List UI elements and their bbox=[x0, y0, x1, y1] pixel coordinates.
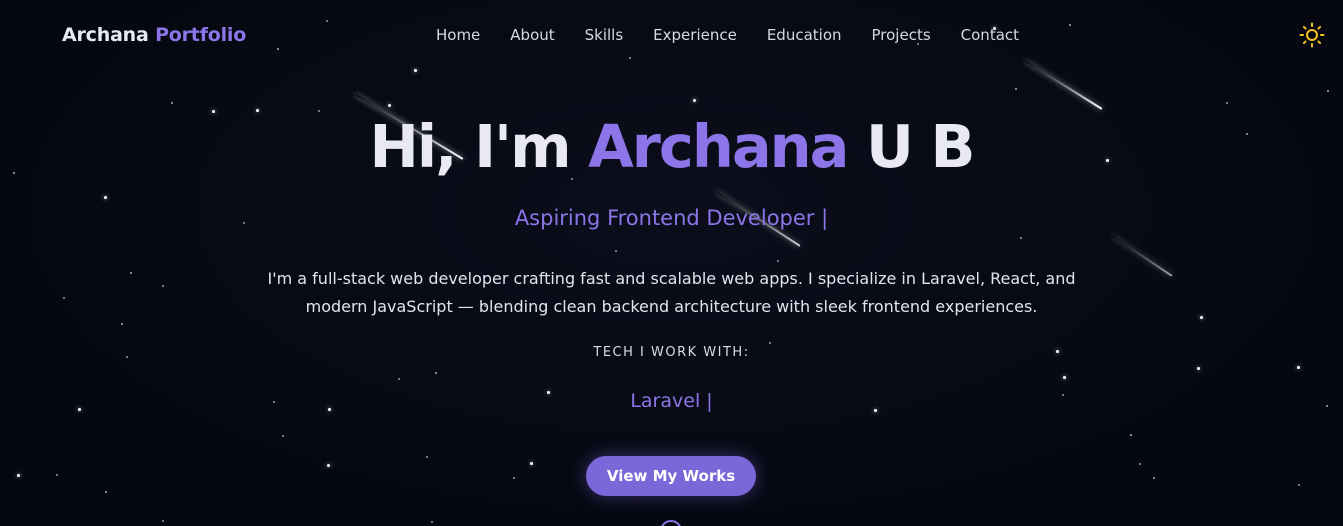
hero-greeting: Hi, I'm bbox=[369, 112, 572, 181]
star bbox=[693, 99, 696, 102]
star bbox=[162, 520, 164, 522]
main-nav: Home About Skills Experience Education P… bbox=[0, 26, 1343, 44]
star bbox=[777, 260, 779, 262]
star bbox=[1020, 237, 1022, 239]
view-works-button[interactable]: View My Works bbox=[586, 456, 756, 496]
hero-intro: I'm a full-stack web developer crafting … bbox=[267, 269, 1076, 316]
star bbox=[1327, 90, 1329, 92]
starfield bbox=[0, 0, 1343, 526]
theme-toggle-button[interactable] bbox=[1299, 22, 1325, 48]
star bbox=[615, 250, 617, 252]
nav-skills[interactable]: Skills bbox=[585, 26, 624, 44]
portfolio-page: Archana Portfolio Home About Skills Expe… bbox=[0, 0, 1343, 526]
nav-home[interactable]: Home bbox=[436, 26, 480, 44]
star bbox=[282, 435, 284, 437]
star bbox=[1015, 88, 1017, 90]
nav-projects[interactable]: Projects bbox=[872, 26, 931, 44]
star bbox=[1063, 376, 1066, 379]
tech-label: TECH I WORK WITH: bbox=[593, 345, 750, 360]
star bbox=[769, 342, 771, 344]
star bbox=[414, 69, 417, 72]
star bbox=[426, 456, 428, 458]
star bbox=[629, 57, 631, 59]
star bbox=[130, 272, 132, 274]
nav-contact[interactable]: Contact bbox=[961, 26, 1019, 44]
hero-name-rest: U B bbox=[866, 112, 975, 181]
star bbox=[171, 102, 173, 104]
tech-typewriter: Laravel | bbox=[630, 390, 713, 412]
hero-title: Hi, I'm Archana U B bbox=[0, 112, 1343, 181]
star bbox=[1298, 484, 1300, 486]
shooting-star bbox=[1025, 60, 1103, 110]
star bbox=[435, 372, 437, 374]
hero-subtitle: Aspiring Frontend Developer | bbox=[514, 206, 829, 230]
star bbox=[431, 521, 433, 523]
star bbox=[1197, 367, 1200, 370]
star bbox=[1200, 316, 1203, 319]
star bbox=[162, 285, 164, 287]
star bbox=[1297, 366, 1300, 369]
star bbox=[1139, 463, 1141, 465]
star bbox=[530, 462, 533, 465]
star bbox=[17, 474, 20, 477]
star bbox=[105, 491, 107, 493]
sun-icon bbox=[1299, 22, 1325, 48]
nav-education[interactable]: Education bbox=[767, 26, 842, 44]
star bbox=[56, 474, 58, 476]
star bbox=[388, 104, 391, 107]
scroll-down-indicator[interactable] bbox=[660, 520, 682, 526]
star bbox=[1130, 434, 1132, 436]
star bbox=[104, 196, 107, 199]
shooting-star bbox=[1111, 234, 1173, 277]
star bbox=[1226, 102, 1228, 104]
star bbox=[327, 464, 330, 467]
star bbox=[398, 378, 400, 380]
star bbox=[121, 323, 123, 325]
star bbox=[277, 48, 279, 50]
star bbox=[63, 297, 65, 299]
star bbox=[326, 20, 328, 22]
nav-experience[interactable]: Experience bbox=[653, 26, 737, 44]
hero-name-accent: Archana bbox=[588, 112, 849, 181]
star bbox=[513, 477, 515, 479]
star bbox=[1153, 477, 1155, 479]
nav-about[interactable]: About bbox=[510, 26, 554, 44]
